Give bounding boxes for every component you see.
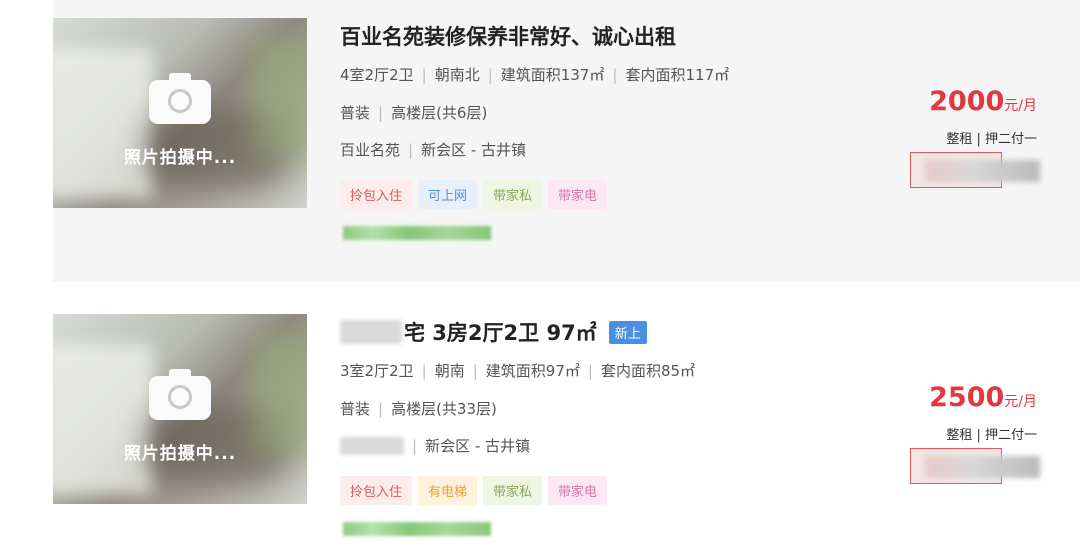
camera-lens bbox=[168, 89, 192, 113]
camera-icon bbox=[149, 369, 211, 420]
blurred-phone-number bbox=[925, 160, 1040, 182]
listing-specs: 3室2厅2卫 | 朝南 | 建筑面积97㎡ | 套内面积85㎡ bbox=[340, 360, 695, 381]
photo-blur-shape bbox=[53, 48, 153, 198]
tag-move-in-ready: 拎包入住 bbox=[340, 476, 413, 505]
tag-furniture: 带家私 bbox=[483, 476, 543, 505]
spec-layout: 3室2厅2卫 bbox=[340, 362, 414, 380]
district: 新会区 - 古井镇 bbox=[425, 437, 531, 455]
blurred-phone-number bbox=[925, 456, 1040, 478]
payment-terms: 整租 | 押二付一 bbox=[946, 428, 1037, 443]
listing-decor: 普装 | 高楼层(共33层) bbox=[340, 398, 497, 419]
price-value: 2500 bbox=[929, 382, 1005, 413]
new-badge: 新上 bbox=[608, 320, 647, 344]
listing-location: | 新会区 - 古井镇 bbox=[340, 435, 530, 456]
tag-appliances: 带家电 bbox=[548, 180, 608, 209]
separator: | bbox=[421, 361, 427, 380]
price-value: 2000 bbox=[929, 86, 1005, 117]
camera-icon bbox=[149, 73, 211, 124]
community-name[interactable]: 百业名苑 bbox=[340, 139, 400, 160]
price: 2500元/月 bbox=[929, 382, 1037, 413]
separator: | bbox=[487, 65, 493, 84]
separator: | bbox=[378, 399, 384, 418]
district: 新会区 - 古井镇 bbox=[421, 141, 527, 159]
listing-specs: 4室2厅2卫 | 朝南北 | 建筑面积137㎡ | 套内面积117㎡ bbox=[340, 64, 729, 85]
spec-orientation: 朝南北 bbox=[434, 66, 480, 84]
tag-elevator: 有电梯 bbox=[418, 476, 478, 505]
floor-info: 高楼层(共6层) bbox=[391, 104, 488, 122]
photo-blur-shape bbox=[53, 344, 153, 494]
decor-level: 普装 bbox=[340, 104, 371, 122]
separator: | bbox=[408, 140, 414, 159]
blurred-community-name bbox=[340, 436, 404, 455]
decor-level: 普装 bbox=[340, 400, 371, 418]
photo-blur-shape bbox=[253, 38, 307, 158]
tag-appliances: 带家电 bbox=[548, 476, 608, 505]
photo-placeholder-label: 照片拍摄中... bbox=[123, 148, 237, 168]
spec-building-area: 建筑面积97㎡ bbox=[485, 362, 580, 380]
feature-tags: 拎包入住 可上网 带家私 带家电 bbox=[340, 180, 613, 209]
photo-placeholder-label: 照片拍摄中... bbox=[123, 444, 237, 464]
listing-card[interactable]: 照片拍摄中... 宅 3房2厅2卫 97㎡ 新上 3室2厅2卫 | 朝南 | 建… bbox=[53, 296, 1080, 553]
listing-decor: 普装 | 高楼层(共6层) bbox=[340, 102, 487, 123]
listing-photo[interactable]: 照片拍摄中... bbox=[53, 314, 307, 504]
listing-title[interactable]: 宅 3房2厅2卫 97㎡ 新上 bbox=[340, 317, 647, 347]
separator: | bbox=[412, 436, 418, 455]
price-unit: 元/月 bbox=[1004, 98, 1037, 114]
tag-furniture: 带家私 bbox=[483, 180, 543, 209]
separator: | bbox=[612, 65, 618, 84]
camera-lens bbox=[168, 385, 192, 409]
blurred-agent-info bbox=[343, 522, 491, 536]
listing-photo[interactable]: 照片拍摄中... bbox=[53, 18, 307, 208]
photo-blur-shape bbox=[253, 334, 307, 454]
listing-title[interactable]: 百业名苑装修保养非常好、诚心出租 bbox=[340, 21, 676, 51]
listing-card[interactable]: 照片拍摄中... 百业名苑装修保养非常好、诚心出租 4室2厅2卫 | 朝南北 |… bbox=[53, 0, 1080, 282]
listing-title-text[interactable]: 宅 3房2厅2卫 97㎡ bbox=[404, 317, 597, 347]
floor-info: 高楼层(共33层) bbox=[391, 400, 497, 418]
tag-internet: 可上网 bbox=[418, 180, 478, 209]
spec-inner-area: 套内面积117㎡ bbox=[625, 66, 730, 84]
payment-terms: 整租 | 押二付一 bbox=[946, 132, 1037, 147]
price: 2000元/月 bbox=[929, 86, 1037, 117]
blurred-title-prefix bbox=[340, 320, 402, 344]
separator: | bbox=[587, 361, 593, 380]
listing-location: 百业名苑 | 新会区 - 古井镇 bbox=[340, 139, 526, 160]
feature-tags: 拎包入住 有电梯 带家私 带家电 bbox=[340, 476, 613, 505]
separator: | bbox=[378, 103, 384, 122]
spec-building-area: 建筑面积137㎡ bbox=[500, 66, 605, 84]
spec-orientation: 朝南 bbox=[434, 362, 465, 380]
spec-inner-area: 套内面积85㎡ bbox=[600, 362, 696, 380]
separator: | bbox=[421, 65, 427, 84]
price-unit: 元/月 bbox=[1004, 394, 1037, 410]
blurred-agent-info bbox=[343, 226, 491, 240]
separator: | bbox=[472, 361, 478, 380]
tag-move-in-ready: 拎包入住 bbox=[340, 180, 413, 209]
spec-layout: 4室2厅2卫 bbox=[340, 66, 414, 84]
